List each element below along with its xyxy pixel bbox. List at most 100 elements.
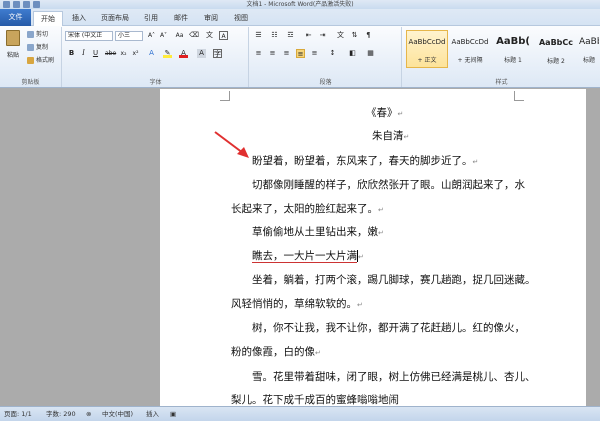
doc-line-1: 盼望着，盼望着，东风来了，春天的脚步近了。↵ <box>252 155 479 167</box>
style-no-spacing[interactable]: AaBbCcDd + 无间隔 <box>449 30 491 68</box>
status-insert-mode[interactable]: 插入 <box>146 409 159 419</box>
distributed-icon[interactable]: ≡ <box>310 49 319 58</box>
enclose-char-icon[interactable]: 字 <box>213 49 222 58</box>
style-normal-label: + 正文 <box>417 57 437 64</box>
clipboard-icon <box>6 30 20 46</box>
doc-author: 朱自清↵ <box>372 130 410 142</box>
tab-file[interactable]: 文件 <box>0 9 31 26</box>
style-heading-2-preview: AaBbCc <box>538 38 574 47</box>
strikethrough-button[interactable]: abe <box>105 49 116 58</box>
tab-page-layout[interactable]: 页面布局 <box>96 11 134 26</box>
multilevel-list-icon[interactable]: ☲ <box>286 31 295 40</box>
copy-icon <box>27 44 34 51</box>
borders-icon[interactable]: ▦ <box>366 49 375 58</box>
status-page[interactable]: 页面: 1/1 <box>4 409 32 419</box>
doc-line-8: 树，你不让我，我不让你，都开满了花赶趟儿。红的像火， <box>252 320 525 335</box>
clipboard-group: 粘贴 剪切 复制 格式刷 剪贴板 <box>0 27 62 87</box>
align-left-icon[interactable]: ≡ <box>254 49 263 58</box>
font-size-select[interactable]: 小三 <box>115 31 143 41</box>
align-right-icon[interactable]: ≡ <box>282 49 291 58</box>
change-case-button[interactable]: Aa <box>175 31 184 40</box>
tab-mailings[interactable]: 邮件 <box>168 11 194 26</box>
format-painter-label: 格式刷 <box>36 57 55 64</box>
char-shading-icon[interactable]: A <box>197 49 206 58</box>
margin-corner-tr <box>514 91 524 101</box>
brush-icon <box>27 57 34 64</box>
copy-label: 复制 <box>36 44 49 51</box>
doc-line-11-text: 梨儿。花下成千成百的蜜蜂嗡嗡地闹 <box>231 394 399 406</box>
ribbon-tabs: 文件 开始 插入 页面布局 引用 邮件 审阅 视图 <box>0 9 600 27</box>
style-heading-2[interactable]: AaBbCc 标题 2 <box>535 30 577 68</box>
tab-home[interactable]: 开始 <box>33 11 63 27</box>
bullets-icon[interactable]: ☰ <box>254 31 263 40</box>
macro-record-icon[interactable]: ▣ <box>170 409 176 419</box>
style-heading-1-label: 标题 1 <box>504 57 522 64</box>
doc-line-1-text: 盼望着，盼望着，东风来了，春天的脚步近了。 <box>252 155 473 167</box>
increase-indent-icon[interactable]: ⇥ <box>318 31 327 40</box>
char-border-icon[interactable]: A <box>219 31 228 40</box>
margin-corner-tl <box>220 91 230 101</box>
font-name-select[interactable]: 宋体 (中文正 <box>65 31 113 41</box>
tab-review[interactable]: 审阅 <box>198 11 224 26</box>
doc-line-3: 长起来了，太阳的脸红起来了。↵ <box>231 203 384 215</box>
copy-button[interactable]: 复制 <box>27 43 48 52</box>
style-heading-1[interactable]: AaBb( 标题 1 <box>492 30 534 68</box>
bold-button[interactable]: B <box>67 49 76 58</box>
proofing-icon[interactable]: ⊗ <box>86 409 91 419</box>
style-title-preview: AaBb <box>579 37 599 47</box>
cut-button[interactable]: 剪切 <box>27 30 48 39</box>
decrease-indent-icon[interactable]: ⇤ <box>304 31 313 40</box>
doc-line-7-text: 风轻悄悄的，草绵软软的。 <box>231 298 357 310</box>
justify-icon[interactable]: ≡ <box>296 49 305 58</box>
clear-format-icon[interactable]: ⌫ <box>189 31 199 40</box>
status-words[interactable]: 字数: 290 <box>46 409 76 419</box>
style-normal-preview: AaBbCcDd <box>408 38 446 46</box>
doc-line-2-text: 切都像刚睡醒的样子，欣欣然张开了眼。山朗润起来了，水 <box>252 179 525 191</box>
doc-author-text: 朱自清 <box>372 130 404 142</box>
underline-button[interactable]: U <box>91 49 100 58</box>
status-bar: 页面: 1/1 字数: 290 ⊗ 中文(中国) 插入 ▣ <box>0 406 600 421</box>
doc-line-11: 梨儿。花下成千成百的蜜蜂嗡嗡地闹 <box>231 392 399 407</box>
sort-icon[interactable]: ⇅ <box>350 31 359 40</box>
tab-references[interactable]: 引用 <box>138 11 164 26</box>
styles-group: AaBbCcDd + 正文 AaBbCcDd + 无间隔 AaBb( 标题 1 … <box>403 27 600 87</box>
doc-line-9-text: 粉的像霞，白的像 <box>231 346 315 358</box>
style-title-label: 标题 <box>582 57 595 64</box>
style-no-spacing-preview: AaBbCcDd <box>451 38 489 46</box>
paragraph-group: ☰ ☷ ☲ ⇤ ⇥ 文 ⇅ ¶ ≡ ≡ ≡ ≡ ≡ ↕ ◧ ▦ 段落 <box>250 27 402 87</box>
doc-title: 《春》↵ <box>366 107 404 119</box>
font-color-icon[interactable]: A <box>179 49 188 58</box>
numbering-icon[interactable]: ☷ <box>270 31 279 40</box>
window-title: 文档1 - Microsoft Word(产品激活失败) <box>246 1 354 8</box>
doc-line-10: 雪。花里带着甜味，闭了眼，树上仿佛已经满是桃儿、杏儿、 <box>252 369 536 384</box>
tab-view[interactable]: 视图 <box>228 11 254 26</box>
line-spacing-icon[interactable]: ↕ <box>328 49 337 58</box>
paste-button[interactable]: 粘贴 <box>3 30 23 64</box>
subscript-button[interactable]: x₂ <box>119 49 128 58</box>
style-title[interactable]: AaBb 标题 <box>578 30 600 68</box>
show-marks-icon[interactable]: ¶ <box>364 31 373 40</box>
phonetic-guide-icon[interactable]: 文 <box>205 31 214 40</box>
text-effects-icon[interactable]: A <box>147 49 156 58</box>
align-center-icon[interactable]: ≡ <box>268 49 277 58</box>
shading-icon[interactable]: ◧ <box>348 49 357 58</box>
doc-line-6-text: 坐着，躺着，打两个滚，踢几脚球，赛几趟跑，捉几回迷藏。 <box>252 274 536 286</box>
style-normal[interactable]: AaBbCcDd + 正文 <box>406 30 448 68</box>
italic-button[interactable]: I <box>79 49 88 58</box>
grow-font-button[interactable]: A˄ <box>147 31 156 40</box>
doc-line-4: 草偷偷地从土里钻出来，嫩↵ <box>252 226 384 238</box>
doc-title-text: 《春》 <box>366 107 398 119</box>
shrink-font-button[interactable]: A˅ <box>159 31 168 40</box>
superscript-button[interactable]: x² <box>131 49 140 58</box>
style-no-spacing-label: + 无间隔 <box>457 57 483 64</box>
font-group: 宋体 (中文正 小三 A˄ A˅ Aa ⌫ 文 A B I U abe x₂ x… <box>63 27 249 87</box>
doc-line-10-text: 雪。花里带着甜味，闭了眼，树上仿佛已经满是桃儿、杏儿、 <box>252 371 536 383</box>
highlight-icon[interactable]: ✎ <box>163 49 172 58</box>
status-language[interactable]: 中文(中国) <box>102 409 133 419</box>
ribbon: 粘贴 剪切 复制 格式刷 剪贴板 宋体 (中文正 小三 A˄ A˅ Aa ⌫ 文… <box>0 26 600 88</box>
chinese-layout-icon[interactable]: 文 <box>336 31 345 40</box>
format-painter-button[interactable]: 格式刷 <box>27 56 54 65</box>
tab-insert[interactable]: 插入 <box>66 11 92 26</box>
doc-line-5: 瞧去，一大片一大片满​↵ <box>252 250 364 263</box>
scissors-icon <box>27 31 34 38</box>
